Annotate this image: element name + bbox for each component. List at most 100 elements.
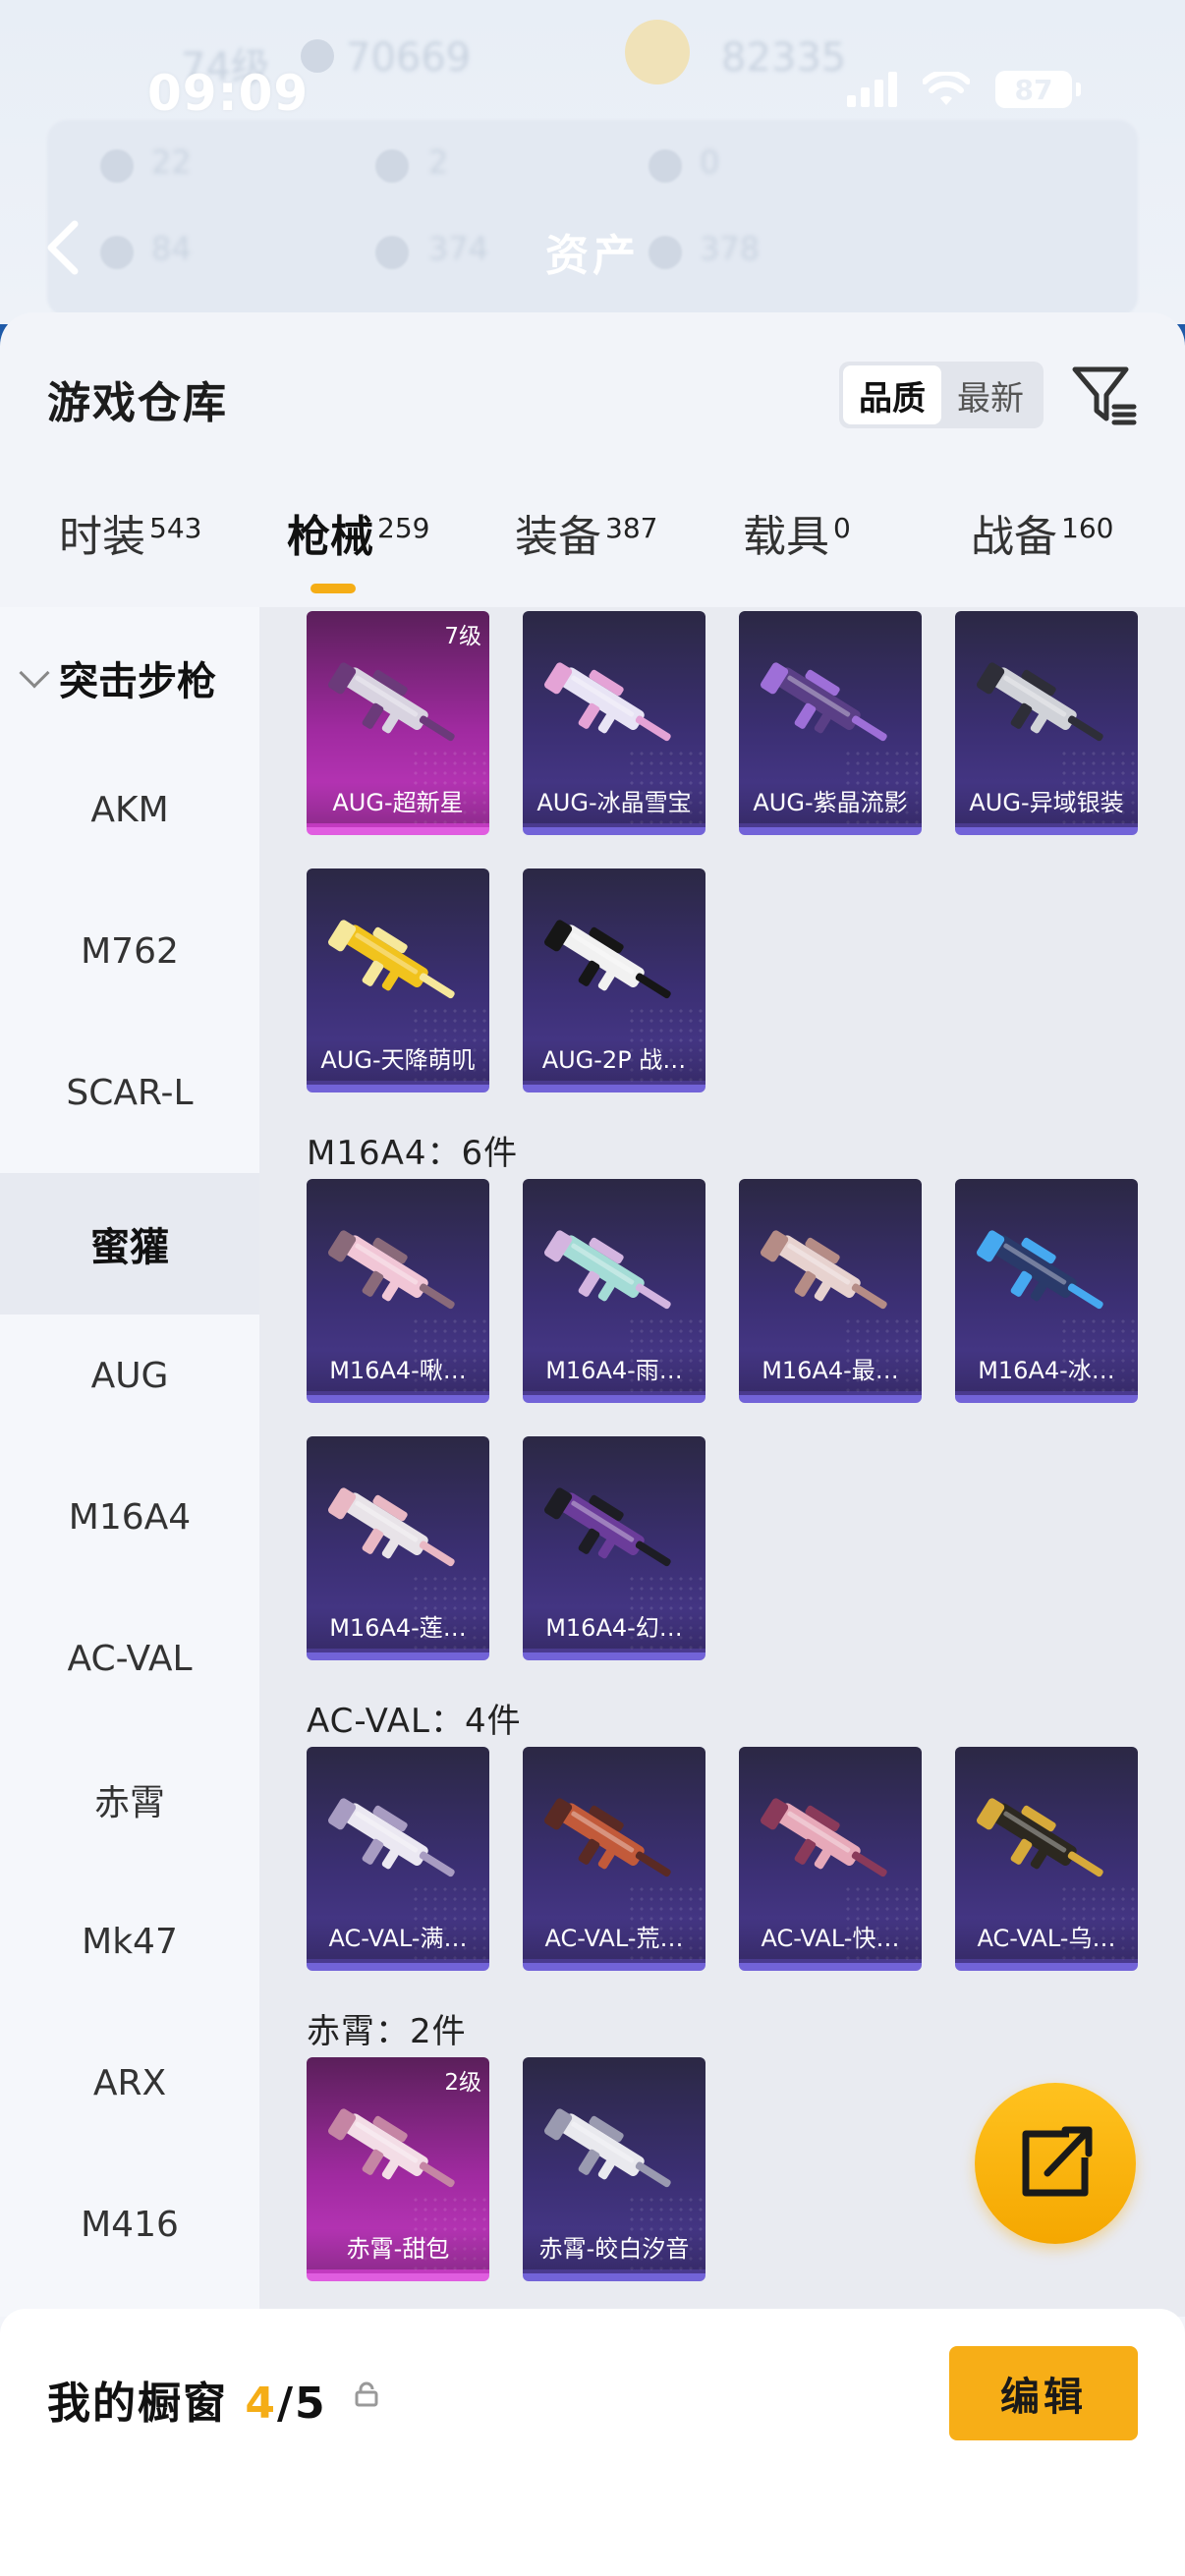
sidebar-item-m416[interactable]: M416 [0,2154,259,2295]
sidebar-item-akm[interactable]: AKM [0,739,259,880]
coin-b-value: 82335 [721,35,847,81]
skin-card[interactable]: M16A4-莲… [307,1436,489,1660]
rifle-icon [544,1798,671,1877]
section-header: AC-VAL：4件 [307,1702,522,1741]
category-tabs: 时装 543 枪械 259 装备 387 载具 0 战备 160 [0,479,1185,607]
rifle-icon [328,920,455,999]
skin-name: AUG-紫晶流影 [739,782,922,823]
rifle-icon [977,1798,1103,1877]
skin-name: AC-VAL-荒… [523,1918,705,1959]
page-title: 资产 [545,231,640,281]
share-button[interactable] [975,2083,1136,2244]
rifle-icon [328,1230,455,1310]
rifle-icon [328,2108,455,2188]
skin-card[interactable]: AUG-冰晶雪宝 [523,611,705,835]
sidebar-item-chixiao[interactable]: 赤霄 [0,1729,259,1871]
rifle-icon [977,662,1103,742]
skin-card[interactable]: AUG-紫晶流影 [739,611,922,835]
skin-card[interactable]: M16A4-啾… [307,1179,489,1403]
wifi-icon [923,72,970,105]
skin-card[interactable]: M16A4-冰… [955,1179,1138,1403]
battery-indicator: 87 [995,71,1081,108]
showcase-label: 我的橱窗 4/5 [47,2379,327,2429]
skin-name: M16A4-雨… [523,1350,705,1391]
tab-vehicles[interactable]: 载具 0 [743,501,851,564]
weapon-sidebar: 突击步枪 AKM M762 SCAR-L 蜜獾 AUG M16A4 AC-VAL… [0,607,259,2317]
section-header: 赤霄：2件 [307,2012,467,2051]
coin-a-value: 70669 [346,35,472,81]
rifle-icon [977,1230,1103,1310]
filter-button[interactable] [1069,360,1140,430]
skin-card[interactable]: 赤霄-皎白汐音 [523,2057,705,2281]
rifle-icon [328,1487,455,1567]
skin-card[interactable]: AUG-异域银装 [955,611,1138,835]
skin-name: M16A4-幻… [523,1607,705,1649]
rifle-icon [544,1230,671,1310]
skin-card[interactable]: 2级赤霄-甜包 [307,2057,489,2281]
sidebar-item-ac-val[interactable]: AC-VAL [0,1588,259,1729]
rifle-icon [544,920,671,999]
skin-card[interactable]: AC-VAL-快… [739,1747,922,1971]
skin-name: AC-VAL-满… [307,1918,489,1959]
filter-icon [1072,366,1137,425]
skin-name: M16A4-冰… [955,1350,1138,1391]
skin-card[interactable]: AC-VAL-荒… [523,1747,705,1971]
sidebar-item-arx[interactable]: ARX [0,2012,259,2154]
skin-name: M16A4-莲… [307,1607,489,1649]
showcase-total: 5 [295,2379,327,2429]
section-header: M16A4：6件 [307,1134,519,1173]
showcase-filled-count: 4 [245,2379,277,2429]
emblem-icon [625,20,690,84]
tab-equipment[interactable]: 装备 387 [515,501,657,564]
tab-firearms[interactable]: 枪械 259 [287,501,429,564]
sort-quality-button[interactable]: 品质 [843,365,941,424]
signal-icon [847,72,897,107]
rifle-icon [544,662,671,742]
rifle-icon [544,1487,671,1567]
tab-fashion[interactable]: 时装 543 [59,501,201,564]
skin-grid: 7级 AUG-超新星 AUG-冰晶雪宝 AUG-紫晶流影 AUG-异域银装 AUG-天降萌… [259,607,1185,2317]
skin-card[interactable]: 7级 AUG-超新星 [307,611,489,835]
sidebar-item-m16a4[interactable]: M16A4 [0,1446,259,1588]
sort-toggle: 品质 最新 [839,362,1044,428]
skin-card[interactable]: M16A4-幻… [523,1436,705,1660]
edit-button[interactable]: 编辑 [949,2346,1138,2440]
skin-name: AC-VAL-快… [739,1918,922,1959]
skin-card[interactable]: AUG-天降萌叽 [307,868,489,1092]
showcase-bar: 我的橱窗 4/5 编辑 [0,2309,1185,2576]
stats-card: 22 2 0 84 374 378 [47,120,1138,316]
sidebar-item-honey-badger[interactable]: 蜜獾 [0,1173,259,1315]
status-icons: 87 [847,71,1081,108]
skin-name: M16A4-啾… [307,1350,489,1391]
sidebar-group-assault-rifles[interactable]: 突击步枪 [19,631,216,725]
skin-level-badge: 2级 [444,2070,481,2096]
rifle-icon [328,1798,455,1877]
skin-card[interactable]: AC-VAL-乌… [955,1747,1138,1971]
skin-card[interactable]: M16A4-雨… [523,1179,705,1403]
rifle-icon [328,662,455,742]
skin-name: AUG-超新星 [307,782,489,823]
sort-latest-button[interactable]: 最新 [941,365,1040,424]
skin-name: AUG-天降萌叽 [307,1039,489,1081]
skin-card[interactable]: AC-VAL-满… [307,1747,489,1971]
skin-name: 赤霄-甜包 [307,2228,489,2269]
lock-icon[interactable] [354,2381,379,2407]
skin-name: 赤霄-皎白汐音 [523,2228,705,2269]
sidebar-item-scar-l[interactable]: SCAR-L [0,1022,259,1163]
status-time: 09:09 [147,65,310,122]
skin-name: AUG-2P 战… [523,1039,705,1081]
warehouse-title: 游戏仓库 [47,378,228,428]
chevron-down-icon [19,657,50,689]
rifle-icon [761,662,887,742]
rifle-icon [544,2108,671,2188]
share-icon [1022,2126,1093,2197]
tab-supplies[interactable]: 战备 160 [971,501,1113,564]
skin-level-badge: 7级 [444,624,481,649]
sidebar-item-m762[interactable]: M762 [0,880,259,1022]
skin-card[interactable]: AUG-2P 战… [523,868,705,1092]
sidebar-item-mk47[interactable]: Mk47 [0,1871,259,2012]
skin-card[interactable]: M16A4-最… [739,1179,922,1403]
sidebar-item-aug[interactable]: AUG [0,1305,259,1446]
rifle-icon [761,1230,887,1310]
skin-name: AUG-异域银装 [955,782,1138,823]
